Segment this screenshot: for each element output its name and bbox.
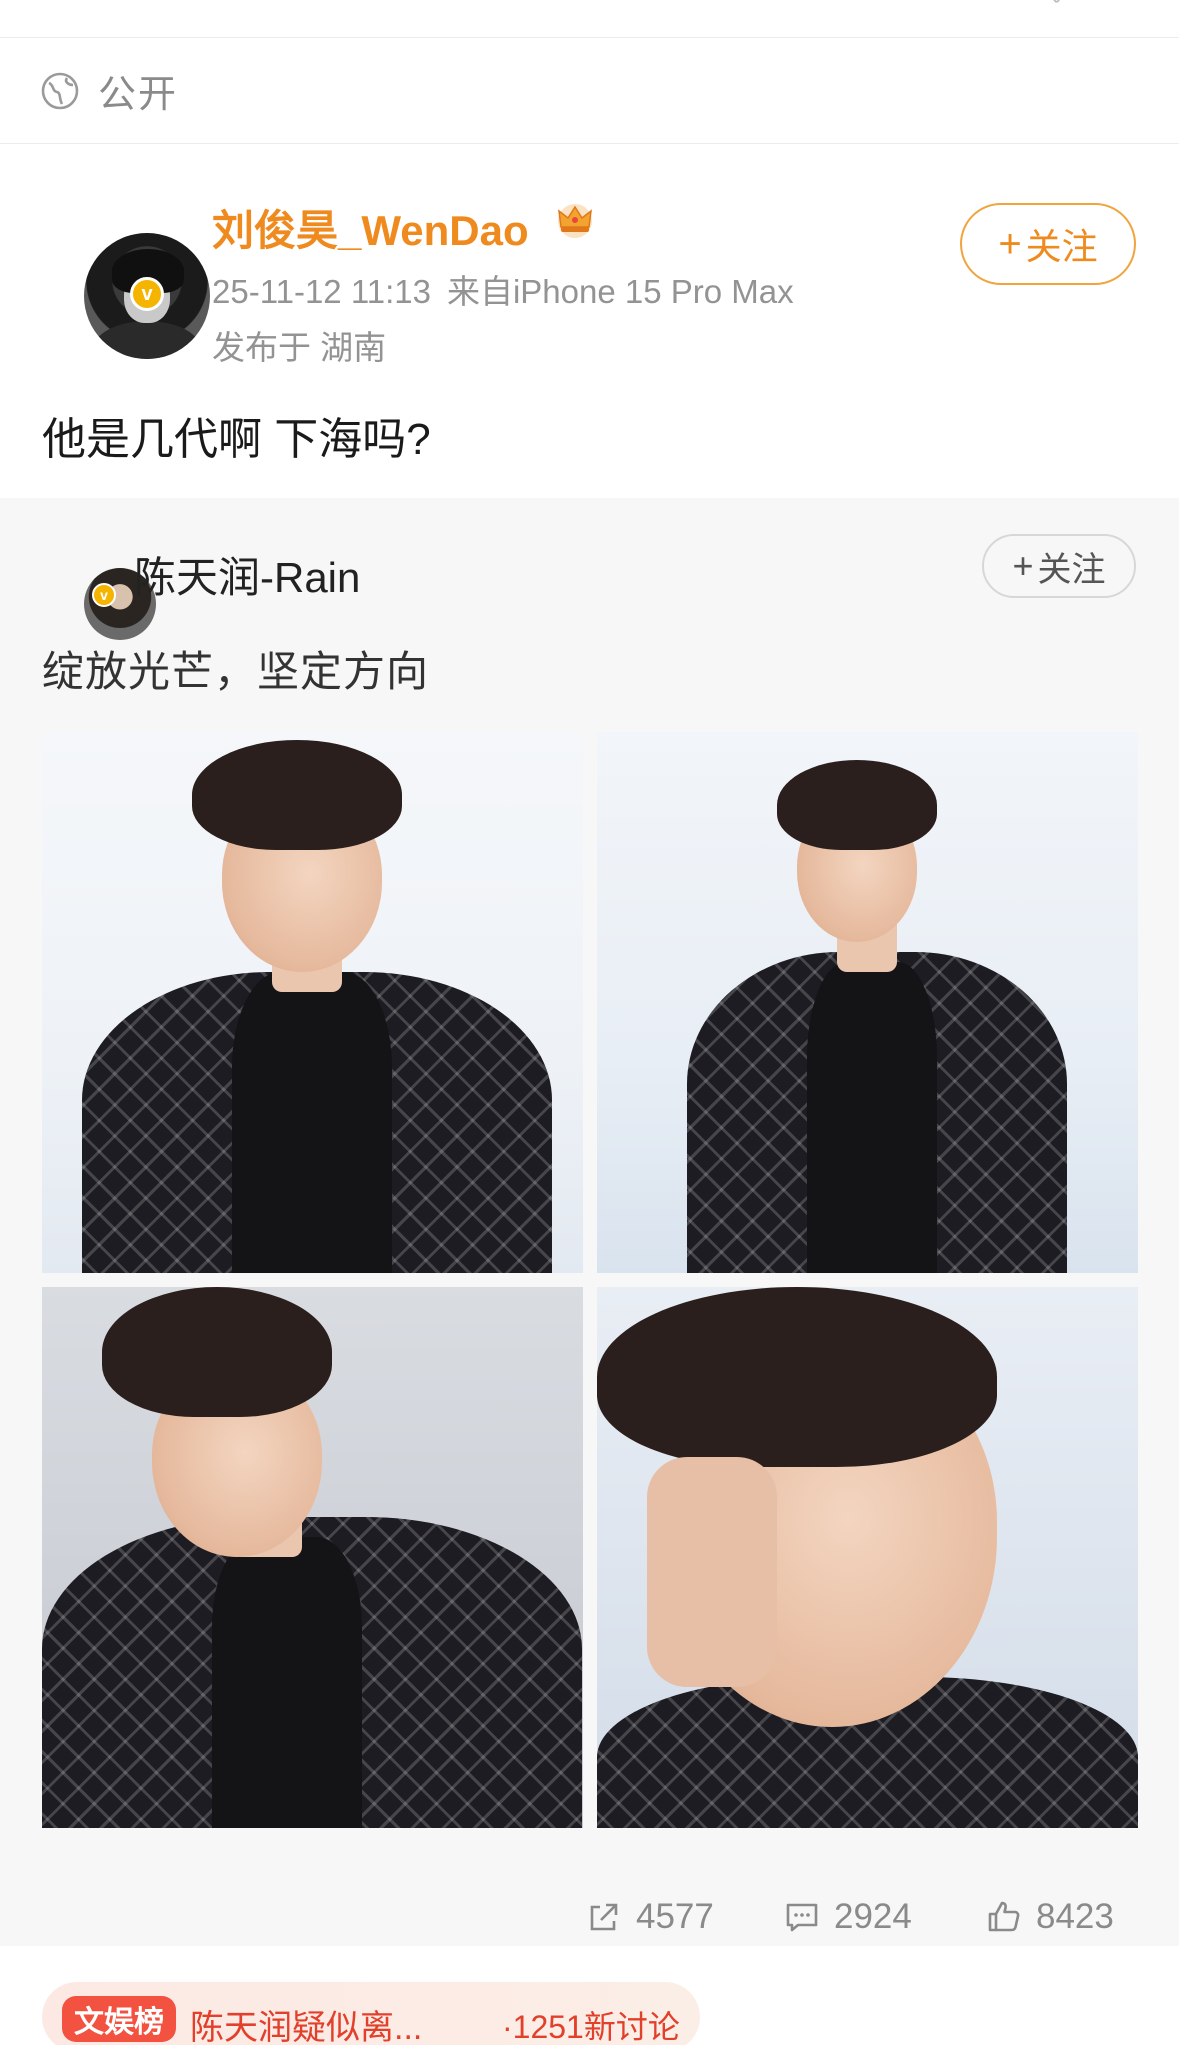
follow-label: 关注 — [1025, 226, 1098, 267]
hot-topic-link[interactable]: 文娱榜 陈天润疑似离... ·1251新讨论 — [42, 1982, 700, 2045]
hot-topic-bar: 文娱榜 陈天润疑似离... ·1251新讨论 — [0, 1946, 1179, 2045]
retweet-author-avatar[interactable]: v — [42, 533, 156, 640]
globe-icon — [41, 72, 79, 109]
plus-icon: + — [1012, 545, 1034, 586]
comment-count: 2924 — [834, 1897, 912, 1936]
follow-label: 关注 — [1037, 550, 1106, 589]
share-icon — [590, 1903, 618, 1931]
post-meta: 25-11-12 11:13 来自iPhone 15 Pro Max — [212, 265, 794, 313]
verified-badge-icon: v — [92, 583, 116, 607]
follow-button[interactable]: + 关注 — [960, 203, 1136, 285]
hot-topic-count: ·1251新讨论 — [502, 2009, 680, 2045]
visibility-label: 公开 — [98, 74, 179, 116]
post-header: v 刘俊昊_WenDao 25-11-12 11:13 来自iPhone 15 P… — [0, 145, 1179, 497]
plus-icon: + — [998, 221, 1022, 266]
author-name[interactable]: 刘俊昊_WenDao — [212, 197, 529, 258]
like-count: 8423 — [1036, 1897, 1114, 1936]
post-timestamp: 25-11-12 11:13 — [212, 273, 431, 310]
top-strip: ˇ — [0, 0, 1179, 38]
photo-3[interactable] — [42, 1287, 583, 1828]
photo-2[interactable] — [597, 732, 1138, 1273]
comment-icon — [786, 1903, 818, 1932]
retweet-card[interactable]: v 陈天润-Rain + 关注 绽放光芒，坚定方向 4577 2924 8423 — [0, 498, 1179, 1946]
action-bar: 4577 2924 8423 — [0, 1888, 1179, 1946]
crown-icon — [558, 204, 592, 238]
visibility-row: 公开 — [0, 38, 1179, 144]
comment-button[interactable]: 2924 — [784, 1888, 912, 1946]
caret-icon: ˇ — [1052, 0, 1061, 24]
retweet-follow-button[interactable]: + 关注 — [982, 534, 1136, 598]
repost-count: 4577 — [636, 1897, 714, 1936]
retweet-text: 绽放光芒，坚定方向 — [42, 648, 430, 695]
hot-topic-title: 陈天润疑似离... — [190, 2009, 423, 2045]
post-text: 他是几代啊 下海吗? — [42, 415, 431, 464]
photo-1[interactable] — [42, 732, 583, 1273]
post-source: 来自iPhone 15 Pro Max — [446, 273, 794, 310]
retweet-author-name[interactable]: 陈天润-Rain — [134, 544, 360, 605]
like-button[interactable]: 8423 — [986, 1888, 1114, 1946]
author-avatar[interactable]: v — [42, 189, 210, 359]
repost-button[interactable]: 4577 — [586, 1888, 714, 1946]
photo-4[interactable] — [597, 1287, 1138, 1828]
post-location: 发布于 湖南 — [212, 329, 387, 366]
hot-topic-tag: 文娱榜 — [62, 1996, 176, 2042]
thumbs-up-icon — [988, 1901, 1020, 1932]
verified-badge-icon: v — [130, 277, 164, 311]
